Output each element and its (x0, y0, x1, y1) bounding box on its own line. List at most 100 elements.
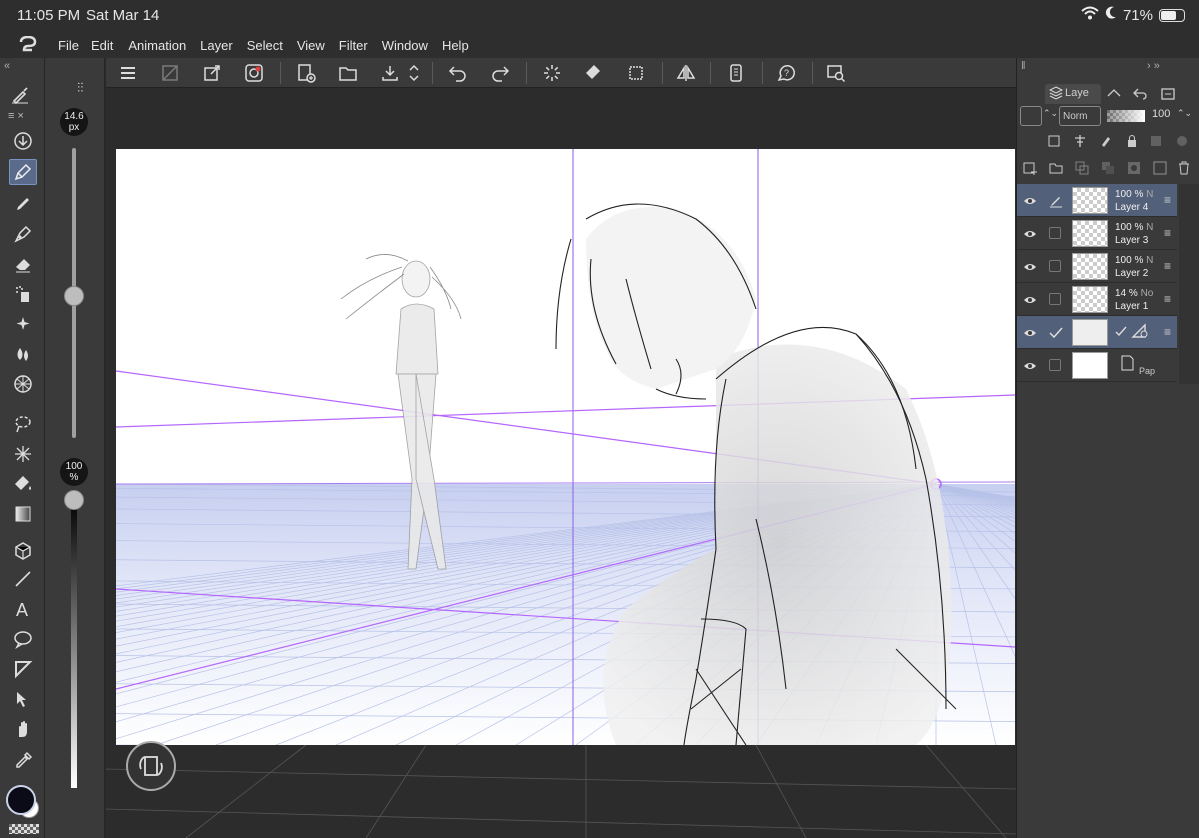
new-raster-layer-icon[interactable] (1019, 158, 1041, 178)
layer-row[interactable]: 100 % N Layer 4 ≡ (1017, 184, 1177, 217)
palette-menu-icon[interactable]: ≡ × (8, 110, 24, 122)
rotate-canvas-button[interactable] (126, 741, 176, 791)
smartphone-icon[interactable] (724, 62, 748, 84)
crop-icon[interactable] (624, 62, 648, 84)
new-folder-icon[interactable] (1045, 158, 1067, 178)
menu-filter[interactable]: Filter (339, 38, 368, 53)
colorize-icon[interactable] (242, 62, 266, 84)
airbrush-tool-icon[interactable] (9, 281, 37, 307)
visibility-eye-icon[interactable] (1023, 227, 1037, 239)
magic-wand-tool-icon[interactable] (9, 441, 37, 467)
perspective-ruler-tool-icon[interactable] (9, 371, 37, 397)
tab-property-icon[interactable] (1103, 84, 1125, 104)
clip-lower-icon[interactable] (1043, 131, 1065, 151)
operation-tool-icon[interactable] (9, 686, 37, 712)
combine-lower-icon[interactable] (1097, 158, 1119, 178)
clear-icon[interactable] (158, 62, 182, 84)
chevron-updown-icon[interactable]: ⌃⌄ (1043, 108, 1058, 119)
check-icon[interactable] (1049, 326, 1063, 339)
transfer-lower-icon[interactable] (1071, 158, 1093, 178)
layer-row[interactable]: Pap (1017, 349, 1177, 382)
eraser-tool-icon[interactable] (9, 251, 37, 277)
layer-checkbox[interactable] (1049, 260, 1061, 272)
download-tool-icon[interactable] (9, 128, 37, 154)
clip-studio-logo-icon[interactable] (18, 35, 38, 54)
help-icon[interactable]: ? (774, 62, 798, 84)
drawing-canvas[interactable] (116, 149, 1015, 745)
visibility-eye-icon[interactable] (1023, 293, 1037, 305)
blend-mode-select[interactable]: Norm (1059, 106, 1101, 126)
layer-checkbox[interactable] (1049, 227, 1061, 239)
brush-size-knob[interactable] (64, 286, 84, 306)
mask-icon[interactable] (1171, 131, 1193, 151)
visibility-eye-icon[interactable] (1023, 194, 1037, 206)
delete-layer-icon[interactable] (1173, 158, 1195, 178)
hand-tool-icon[interactable] (9, 716, 37, 742)
opacity-stepper-icon[interactable]: ⌃⌄ (1177, 108, 1192, 119)
flip-horizontal-icon[interactable] (674, 62, 698, 84)
new-canvas-icon[interactable] (294, 62, 318, 84)
layer-menu-icon[interactable]: ≡ (1164, 292, 1171, 306)
menu-edit[interactable]: Edit (91, 38, 113, 53)
menu-select[interactable]: Select (247, 38, 283, 53)
layer-row[interactable]: 100 % N Layer 3 ≡ (1017, 217, 1177, 250)
tab-layer[interactable]: Laye (1045, 84, 1101, 104)
save-options-chevron-icon[interactable] (408, 62, 420, 84)
line-tool-icon[interactable] (9, 566, 37, 592)
tab-history-icon[interactable] (1129, 84, 1151, 104)
pencil-tool-icon[interactable] (9, 191, 37, 217)
fill-tool-icon[interactable] (9, 471, 37, 497)
brush-tool-icon[interactable] (6, 82, 34, 108)
hamburger-menu-icon[interactable] (116, 62, 140, 84)
layer-menu-icon[interactable]: ≡ (1164, 226, 1171, 240)
open-folder-icon[interactable] (336, 62, 360, 84)
tab-navigator-icon[interactable] (1157, 84, 1179, 104)
layer-list-scrollbar[interactable] (1179, 184, 1199, 384)
visibility-eye-icon[interactable] (1023, 359, 1037, 371)
layer-checkbox[interactable] (1049, 359, 1061, 371)
color-swatch[interactable] (5, 784, 41, 820)
lasso-tool-icon[interactable] (9, 411, 37, 437)
transparent-color-swatch[interactable] (9, 824, 39, 834)
3d-object-tool-icon[interactable] (9, 538, 37, 564)
layer-menu-icon[interactable]: ≡ (1164, 259, 1171, 273)
menu-file[interactable]: File (58, 38, 79, 53)
lock-icon[interactable] (1121, 131, 1143, 151)
save-icon[interactable] (378, 62, 402, 84)
frame-border-tool-icon[interactable] (9, 656, 37, 682)
decoration-tool-icon[interactable] (9, 311, 37, 337)
menu-window[interactable]: Window (382, 38, 428, 53)
menu-view[interactable]: View (297, 38, 325, 53)
collapse-right-icon[interactable]: › » (1147, 60, 1160, 72)
fill-icon[interactable] (582, 62, 606, 84)
pen-tool-icon[interactable] (9, 159, 37, 185)
balloon-tool-icon[interactable] (9, 626, 37, 652)
redo-icon[interactable] (488, 62, 512, 84)
reference-layer-icon[interactable] (1069, 131, 1091, 151)
layer-opacity-slider[interactable] (1107, 110, 1145, 122)
search-icon[interactable] (824, 62, 848, 84)
visibility-eye-icon[interactable] (1023, 260, 1037, 272)
panel-grip-icon[interactable]: ‖ (1021, 60, 1026, 72)
inking-pen-tool-icon[interactable] (9, 221, 37, 247)
gradient-tool-icon[interactable] (9, 501, 37, 527)
text-tool-icon[interactable]: A (9, 596, 37, 622)
menu-layer[interactable]: Layer (200, 38, 233, 53)
lock-transparent-icon[interactable] (1145, 131, 1167, 151)
apply-mask-icon[interactable] (1149, 158, 1171, 178)
menu-animation[interactable]: Animation (128, 38, 186, 53)
layer-menu-icon[interactable]: ≡ (1164, 193, 1171, 207)
menu-help[interactable]: Help (442, 38, 469, 53)
eyedropper-tool-icon[interactable] (9, 746, 37, 772)
layer-row[interactable]: ≡ (1017, 316, 1177, 349)
visibility-eye-icon[interactable] (1023, 326, 1037, 338)
blend-tool-icon[interactable] (9, 341, 37, 367)
layer-menu-icon[interactable]: ≡ (1164, 325, 1171, 339)
layer-row[interactable]: 14 % No Layer 1 ≡ (1017, 283, 1177, 316)
transform-icon[interactable] (200, 62, 224, 84)
undo-icon[interactable] (446, 62, 470, 84)
layer-row[interactable]: 100 % N Layer 2 ≡ (1017, 250, 1177, 283)
draft-layer-icon[interactable] (1095, 131, 1117, 151)
loading-icon[interactable] (540, 62, 564, 84)
canvas-workspace[interactable] (106, 89, 1016, 838)
